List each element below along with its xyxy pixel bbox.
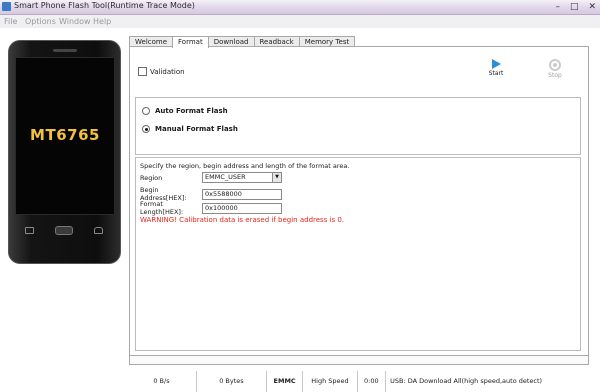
validation-checkbox[interactable] <box>138 67 147 76</box>
format-length-label: Format Length[HEX]: <box>140 200 184 216</box>
window-title: Smart Phone Flash Tool(Runtime Trace Mod… <box>14 1 195 10</box>
phone-speaker <box>53 49 77 52</box>
chip-label: MT6765 <box>30 126 100 144</box>
auto-format-radio[interactable] <box>142 107 150 115</box>
app-icon <box>2 2 11 11</box>
window-controls: – □ ✕ <box>555 1 596 13</box>
validation-label: Validation <box>150 67 185 76</box>
format-panel: Validation Start Stop Auto Format Flash … <box>129 46 589 357</box>
main-pane: Welcome Format Download Readback Memory … <box>127 29 589 357</box>
status-speed: 0 B/s <box>127 371 197 392</box>
progress-bar <box>129 355 589 365</box>
region-select[interactable]: EMMC_USER ▼ <box>202 172 282 183</box>
tab-format[interactable]: Format <box>172 36 209 48</box>
auto-format-label: Auto Format Flash <box>155 107 228 115</box>
status-info: USB: DA Download All(high speed,auto det… <box>390 377 543 385</box>
format-mode-group: Auto Format Flash Manual Format Flash <box>135 97 581 155</box>
back-key-icon <box>25 226 35 234</box>
play-icon <box>491 59 501 69</box>
menu-window[interactable]: Window <box>59 17 91 26</box>
menu-bar: File Options Window Help <box>0 15 600 28</box>
maximize-icon[interactable]: □ <box>570 1 579 13</box>
minimize-icon[interactable]: – <box>555 1 560 13</box>
home-key-icon <box>54 225 73 235</box>
menu-options[interactable]: Options <box>25 17 56 26</box>
status-bytes: 0 Bytes <box>197 371 267 392</box>
region-label: Region <box>140 173 163 182</box>
stop-label: Stop <box>548 72 562 79</box>
start-label: Start <box>488 70 504 77</box>
menu-key-icon <box>93 226 103 234</box>
stop-icon <box>549 59 561 71</box>
manual-format-label: Manual Format Flash <box>155 125 238 133</box>
format-length-row: Format Length[HEX]: 0x100000 <box>140 200 282 216</box>
status-bar: 0 B/s 0 Bytes EMMC High Speed 0:00 USB: … <box>127 371 595 392</box>
calibration-warning: WARNING! Calibration data is erased if b… <box>140 216 345 224</box>
region-row: Region EMMC_USER ▼ <box>140 172 282 183</box>
manual-format-radio[interactable] <box>142 125 150 133</box>
close-icon[interactable]: ✕ <box>588 1 596 13</box>
format-area-group: Specify the region, begin address and le… <box>135 157 581 351</box>
phone-screen: MT6765 <box>15 57 115 215</box>
status-storage: EMMC <box>267 371 304 392</box>
format-area-description: Specify the region, begin address and le… <box>140 162 350 170</box>
menu-help[interactable]: Help <box>93 17 111 26</box>
device-pane: MT6765 <box>0 29 126 371</box>
auto-format-option[interactable]: Auto Format Flash <box>142 107 228 115</box>
status-mode: High Speed <box>303 371 358 392</box>
stop-button[interactable]: Stop <box>543 59 567 79</box>
title-bar: Smart Phone Flash Tool(Runtime Trace Mod… <box>0 0 600 15</box>
begin-address-input[interactable]: 0x5588000 <box>202 188 282 200</box>
manual-format-option[interactable]: Manual Format Flash <box>142 125 238 133</box>
start-button[interactable]: Start <box>484 59 508 77</box>
chevron-down-icon[interactable]: ▼ <box>272 173 281 182</box>
progress-area <box>127 355 589 370</box>
status-time: 0:00 <box>358 371 387 392</box>
region-value: EMMC_USER <box>205 173 246 181</box>
phone-image: MT6765 <box>8 40 121 264</box>
menu-file[interactable]: File <box>4 17 17 26</box>
validation-option[interactable]: Validation <box>138 67 185 76</box>
phone-nav-bar <box>15 221 113 239</box>
format-length-input[interactable]: 0x100000 <box>202 202 282 214</box>
